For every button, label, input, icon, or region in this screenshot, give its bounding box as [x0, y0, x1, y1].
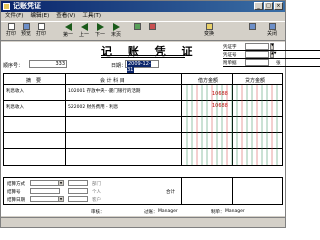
- settlement-panel: 结算方式 ▼ 结算号 结算日期 ▼ 部门 个人 客户 合计: [3, 177, 283, 205]
- maker-label: 制单：: [211, 210, 225, 215]
- prev-icon: [80, 23, 88, 31]
- attachments-label: 附单据: [223, 61, 237, 66]
- close-icon: [268, 23, 276, 30]
- delete-icon: [148, 23, 156, 30]
- toolbar: 打印 预览 打印 第一 上一 下一 末页 变换 关闭: [1, 21, 285, 41]
- print-icon: [37, 23, 45, 30]
- voucher-no-field[interactable]: [245, 51, 269, 58]
- post-label: 过账：: [144, 210, 158, 215]
- first-icon: [64, 23, 72, 31]
- date-field[interactable]: 2009-12-31: [125, 60, 159, 73]
- column-divider: [65, 74, 66, 165]
- window-title: 记账凭证: [13, 2, 41, 10]
- last-icon: [112, 23, 120, 31]
- sequence-field[interactable]: 333: [29, 60, 67, 68]
- department-field[interactable]: [68, 180, 88, 186]
- menu-bar: 文件(F) 编辑(E) 查看(V) 工具(T): [1, 12, 285, 21]
- person-field[interactable]: [68, 188, 88, 194]
- customer-label: 客户: [92, 198, 101, 203]
- minimize-button[interactable]: _: [254, 2, 263, 10]
- total-label: 合计: [166, 190, 175, 195]
- settlement-number-field[interactable]: [30, 188, 60, 194]
- table-header: 摘 要 会 计 科 目 借方金额 贷方金额: [4, 74, 282, 85]
- maker-value: Manager: [225, 209, 245, 214]
- help-button[interactable]: [246, 23, 258, 40]
- amount-grid: [186, 85, 278, 165]
- next-icon: [96, 23, 104, 31]
- customer-field[interactable]: [68, 196, 88, 202]
- first-button[interactable]: 第一: [61, 23, 75, 40]
- prev-button[interactable]: 上一: [77, 23, 91, 40]
- person-label: 个人: [92, 190, 101, 195]
- transform-button[interactable]: 变换: [201, 23, 217, 40]
- preview-icon: [22, 23, 30, 30]
- next-button[interactable]: 下一: [93, 23, 107, 40]
- menu-edit[interactable]: 编辑(E): [30, 12, 49, 21]
- help-icon: [248, 23, 256, 30]
- sequence-label: 顺序号：: [3, 63, 24, 69]
- column-divider: [181, 178, 182, 204]
- add-icon: [133, 23, 141, 30]
- voucher-type-dropdown[interactable]: ▼: [270, 43, 274, 50]
- preview-button[interactable]: 预览: [19, 23, 33, 40]
- settlement-date-label: 结算日期: [7, 198, 25, 203]
- print-button-2[interactable]: 打印: [34, 23, 48, 40]
- print-button[interactable]: 打印: [4, 23, 18, 40]
- header-account: 会 计 科 目: [100, 78, 125, 84]
- menu-file[interactable]: 文件(F): [5, 12, 23, 21]
- settlement-number-label: 结算号: [7, 190, 21, 195]
- department-label: 部门: [92, 182, 101, 187]
- header-summary: 摘 要: [26, 78, 42, 84]
- add-button[interactable]: [131, 23, 143, 40]
- transform-icon: [205, 23, 213, 30]
- voucher-type-label: 凭证字: [223, 45, 237, 50]
- title-bar[interactable]: 记账凭证 _ □ ×: [1, 1, 285, 12]
- header-debit: 借方金额: [198, 78, 219, 84]
- voucher-no-label: 凭证号: [223, 53, 237, 58]
- status-bar: [1, 217, 285, 227]
- menu-tools[interactable]: 工具(T): [82, 12, 101, 21]
- settlement-method-dropdown[interactable]: ▼: [58, 180, 64, 186]
- delete-button[interactable]: [146, 23, 158, 40]
- voucher-paper: 记 账 凭 证 凭证字 ▼ 凭证号 ▲▼ 附单据 张 顺序号： 333 日期：: [1, 42, 320, 216]
- settlement-method-label: 结算方式: [7, 182, 25, 187]
- close-button[interactable]: ×: [274, 2, 283, 10]
- voucher-type-field[interactable]: [245, 43, 269, 50]
- app-icon: [3, 3, 10, 10]
- maximize-button[interactable]: □: [264, 2, 273, 10]
- voucher-meta: 顺序号： 333 日期： 2009-12-31: [3, 60, 223, 73]
- print-icon: [7, 23, 15, 30]
- voucher-no-spinner[interactable]: ▲▼: [270, 51, 276, 58]
- title-underline: [101, 55, 185, 58]
- column-divider: [232, 178, 233, 204]
- menu-view[interactable]: 查看(V): [56, 12, 75, 21]
- header-credit: 贷方金额: [245, 78, 266, 84]
- attachments-unit: 张: [276, 61, 281, 66]
- settlement-date-dropdown[interactable]: ▼: [58, 196, 64, 202]
- date-label: 日期：: [111, 63, 127, 69]
- attachments-field[interactable]: [245, 59, 269, 66]
- voucher-info-panel: 凭证字 ▼ 凭证号 ▲▼ 附单据 张: [223, 43, 320, 67]
- approve-label: 审核：: [91, 210, 105, 215]
- post-value: Manager: [158, 209, 178, 214]
- signature-footer: 审核： 过账： Manager 制单： Manager: [1, 207, 285, 217]
- settlement-date-field[interactable]: [30, 196, 60, 202]
- settlement-method-field[interactable]: [30, 180, 60, 186]
- voucher-table: 摘 要 会 计 科 目 借方金额 贷方金额 利息收入 102001 存放中央··…: [3, 73, 283, 166]
- last-button[interactable]: 末页: [109, 23, 123, 40]
- voucher-window: 记账凭证 _ □ × 文件(F) 编辑(E) 查看(V) 工具(T) 打印 预览…: [0, 0, 320, 228]
- close-tool-button[interactable]: 关闭: [264, 23, 280, 40]
